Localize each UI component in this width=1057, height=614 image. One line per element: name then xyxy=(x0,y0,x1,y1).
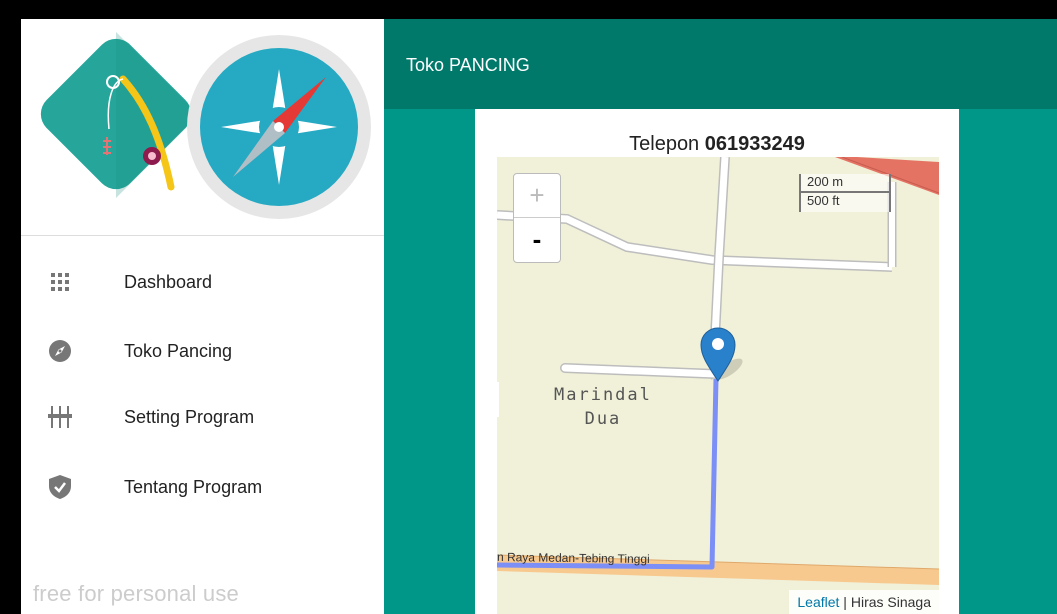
attribution-separator: | xyxy=(839,594,851,610)
app-bar: Toko PANCING xyxy=(384,19,1057,109)
phone-number[interactable]: 061933249 xyxy=(705,133,805,155)
attribution-author: Hiras Sinaga xyxy=(850,594,931,610)
app-logo xyxy=(21,19,384,236)
sliders-icon xyxy=(47,404,73,430)
map-scale: 200 m 500 ft xyxy=(799,174,891,212)
leaflet-link[interactable]: Leaflet xyxy=(797,594,839,610)
map-view[interactable]: + - 200 m 500 ft Marindal Dua n Raya Med… xyxy=(497,157,939,614)
place-label-line1: Marindal xyxy=(554,385,652,405)
sidebar-item-tentang-program[interactable]: Tentang Program xyxy=(21,459,384,515)
sidebar-item-label: Dashboard xyxy=(124,271,213,292)
grid-icon xyxy=(47,269,73,295)
navigation-drawer: Dashboard Toko Pancing Setting Program T… xyxy=(21,19,384,614)
map-attribution: Leaflet | Hiras Sinaga xyxy=(789,590,939,614)
sidebar-item-label: Tentang Program xyxy=(124,476,263,497)
compass-icon xyxy=(47,338,73,364)
phone-line: Telepon 061933249 xyxy=(475,133,959,156)
window-left-edge xyxy=(0,0,21,614)
shield-check-icon xyxy=(47,474,73,500)
page-title: Toko PANCING xyxy=(406,55,530,75)
place-label-line2: Dua xyxy=(584,409,622,429)
sidebar-item-toko-pancing[interactable]: Toko Pancing xyxy=(21,323,384,379)
window-top-bar xyxy=(0,0,1057,19)
zoom-control: + - xyxy=(513,173,561,263)
sidebar-item-label: Setting Program xyxy=(124,406,255,427)
road-label: n Raya Medan-Tebing Tinggi xyxy=(497,549,650,567)
sidebar-item-label: Toko Pancing xyxy=(124,340,233,361)
scale-metric: 200 m xyxy=(799,174,891,193)
fishing-compass-logo-icon xyxy=(40,32,371,219)
place-label: Marindal Dua xyxy=(554,383,652,431)
zoom-in-button[interactable]: + xyxy=(514,174,560,218)
scale-imperial: 500 ft xyxy=(799,193,891,212)
zoom-out-button[interactable]: - xyxy=(514,218,560,261)
sidebar-item-setting-program[interactable]: Setting Program xyxy=(21,389,384,445)
phone-label: Telepon xyxy=(629,133,700,155)
watermark-text: free for personal use xyxy=(33,581,239,606)
sidebar-item-dashboard[interactable]: Dashboard xyxy=(21,254,384,310)
